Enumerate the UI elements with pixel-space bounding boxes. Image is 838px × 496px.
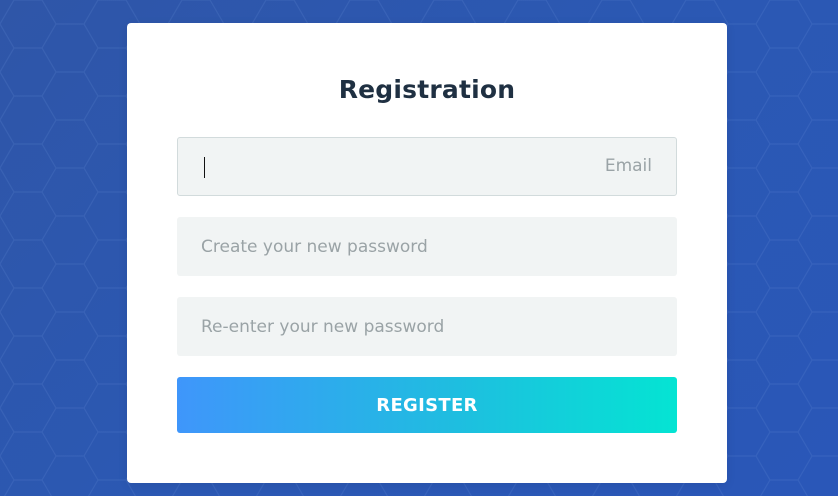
confirm-password-field[interactable] <box>177 297 677 356</box>
registration-card: Registration Email REGISTER <box>127 23 727 483</box>
register-button[interactable]: REGISTER <box>177 377 677 433</box>
email-input[interactable] <box>178 138 676 195</box>
new-password-input[interactable] <box>177 217 677 276</box>
confirm-password-input[interactable] <box>177 297 677 356</box>
text-cursor <box>204 157 205 178</box>
email-field[interactable]: Email <box>177 137 677 196</box>
form-title: Registration <box>338 75 516 104</box>
new-password-field[interactable] <box>177 217 677 276</box>
